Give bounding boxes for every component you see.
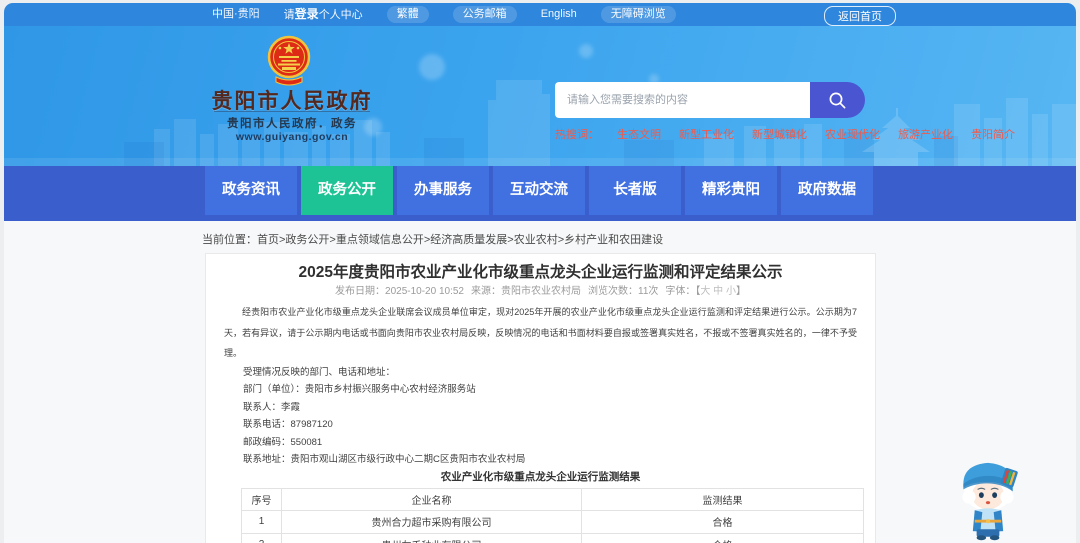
breadcrumb: 当前位置：首页>政务公开>重点领域信息公开>经济高质量发展>农业农村>乡村产业和…	[202, 231, 663, 247]
hot-search-words: 热搜词： 生态文明 新型工业化 新型城镇化 农业现代化 旅游产业化 贵阳简介	[555, 126, 1015, 142]
cell-result: 合格	[581, 532, 864, 543]
login-strong: 登录	[294, 6, 319, 21]
search-button[interactable]	[810, 82, 865, 118]
cityscape-silhouette	[4, 80, 1076, 166]
article-paragraph: 受理情况反映的部门、电话和地址：	[243, 366, 396, 378]
topbar-traditional-chinese-link[interactable]: 繁體	[386, 6, 429, 23]
breadcrumb-label: 当前位置：	[202, 234, 257, 246]
site-subtitle: 贵阳市人民政府．政务	[227, 118, 357, 130]
main-navigation: 政务资讯 政务公开 办事服务 互动交流 长者版 精彩贵阳 政府数据	[4, 166, 1076, 221]
nav-tab-jingcai-guiyang[interactable]: 精彩贵阳	[685, 166, 777, 215]
nav-tab-banshi-fuwu[interactable]: 办事服务	[397, 166, 489, 215]
contact-department: 部门（单位）：贵阳市乡村振兴服务中心农村经济服务站	[243, 384, 476, 395]
font-size-small-button[interactable]: 小	[726, 286, 736, 297]
article-body: 经贵阳市农业产业化市级重点龙头企业联席会议成员单位审定，现对2025年开展的农业…	[224, 302, 857, 469]
header-company: 企业名称	[281, 487, 582, 511]
nav-tab-hudong-jiaoliu[interactable]: 互动交流	[493, 166, 585, 215]
government-portal-page: 中国·贵阳 请登录个人中心 繁體 公务邮箱 English 无障碍浏览 返回首页	[4, 3, 1076, 543]
cell-index: 2	[241, 532, 282, 543]
publish-date: 发布日期：2025-10-20 10:52	[335, 286, 464, 297]
search-icon	[829, 92, 846, 108]
cell-result: 合格	[581, 509, 864, 534]
bracket-close: 】	[735, 286, 746, 297]
monitoring-results-table: 序号 企业名称 监测结果 1 贵州合力超市采购有限公司 合格 2 贵州友禾种业有…	[241, 487, 864, 543]
back-home-button[interactable]: 返回首页	[824, 6, 896, 26]
topbar-official-mail-link[interactable]: 公务邮箱	[452, 6, 517, 23]
login-suffix: 个人中心	[318, 8, 363, 21]
breadcrumb-path[interactable]: 首页>政务公开>重点领域信息公开>经济高质量发展>农业农村>乡村产业和农田建设	[257, 234, 663, 246]
nav-tab-zhangzheban[interactable]: 长者版	[589, 166, 681, 215]
hot-word-link[interactable]: 贵阳简介	[971, 126, 1015, 142]
hot-word-link[interactable]: 新型工业化	[679, 126, 734, 142]
article-paragraph: 经贵阳市农业产业化市级重点龙头企业联席会议成员单位审定，现对2025年开展的农业…	[224, 307, 857, 358]
title-divider	[214, 111, 370, 112]
font-size-label: 字体：	[665, 286, 696, 297]
article-title: 2025年度贵阳市农业产业化市级重点龙头企业运行监测和评定结果公示	[298, 264, 783, 281]
font-size-large-button[interactable]: 大	[700, 286, 710, 297]
bokeh-decoration	[579, 44, 593, 58]
font-size-medium-button[interactable]: 中	[713, 286, 723, 297]
table-caption: 农业产业化市级重点龙头企业运行监测结果	[440, 470, 641, 483]
cell-index: 1	[241, 509, 282, 534]
search-input[interactable]	[555, 82, 810, 118]
article-meta: 发布日期：2025-10-20 10:52 来源：贵阳市农业农村局 浏览次数：1…	[220, 286, 861, 298]
table-row: 1 贵州合力超市采购有限公司 合格	[241, 509, 864, 534]
site-url: www.guiyang.gov.cn	[235, 131, 349, 143]
postal-code: 邮政编码：550081	[243, 436, 323, 448]
topbar-region-link[interactable]: 中国·贵阳	[212, 7, 260, 22]
mascot-figure[interactable]	[952, 453, 1024, 541]
contact-address: 联系地址：贵阳市观山湖区市级行政中心二期C区贵阳市农业农村局	[243, 454, 526, 465]
topbar-accessibility-link[interactable]: 无障碍浏览	[600, 6, 676, 23]
login-prefix: 请	[283, 8, 295, 21]
hot-word-link[interactable]: 农业现代化	[825, 126, 880, 142]
cell-company: 贵州合力超市采购有限公司	[281, 509, 582, 534]
nav-tab-zhengwu-zixun[interactable]: 政务资讯	[205, 166, 297, 215]
cell-company: 贵州友禾种业有限公司	[281, 532, 582, 543]
header-result: 监测结果	[581, 487, 864, 511]
contact-phone: 联系电话：87987120	[243, 419, 333, 430]
font-size-control: 字体：【大 中 小】	[665, 286, 746, 298]
hot-words-label: 热搜词：	[555, 129, 599, 141]
table-header-row: 序号 企业名称 监测结果	[241, 487, 864, 511]
hot-word-link[interactable]: 新型城镇化	[752, 126, 807, 142]
view-count: 浏览次数：11次	[588, 286, 659, 297]
contact-person: 联系人：李霞	[243, 401, 301, 413]
article-card: 2025年度贵阳市农业产业化市级重点龙头企业运行监测和评定结果公示 发布日期：2…	[205, 253, 876, 543]
hot-word-link[interactable]: 旅游产业化	[898, 126, 953, 142]
article-source: 来源：贵阳市农业农村局	[471, 286, 581, 297]
topbar-login-link[interactable]: 请登录个人中心	[284, 7, 363, 23]
table-row: 2 贵州友禾种业有限公司 合格	[241, 532, 864, 543]
hot-word-link[interactable]: 生态文明	[617, 126, 661, 142]
site-header-banner: 贵阳市人民政府 贵阳市人民政府．政务 www.guiyang.gov.cn 热搜…	[4, 26, 1076, 166]
browser-window: 中国·贵阳 请登录个人中心 繁體 公务邮箱 English 无障碍浏览 返回首页	[0, 0, 1080, 543]
header-index: 序号	[241, 487, 282, 511]
top-utility-bar: 中国·贵阳 请登录个人中心 繁體 公务邮箱 English 无障碍浏览 返回首页	[4, 3, 1076, 26]
national-emblem-logo	[267, 35, 311, 86]
nav-tab-zhengwu-gongkai[interactable]: 政务公开	[301, 166, 393, 215]
nav-tab-zhengfu-shuju[interactable]: 政府数据	[781, 166, 873, 215]
topbar-english-link[interactable]: English	[541, 7, 577, 22]
search-bar	[555, 82, 865, 118]
